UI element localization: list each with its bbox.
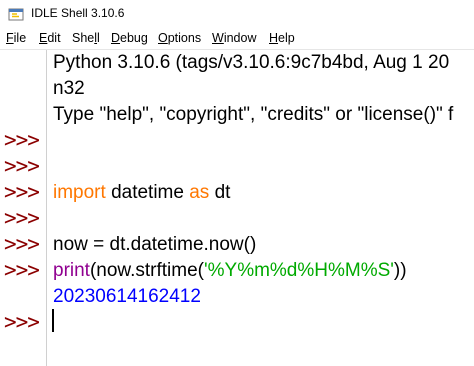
code-line-import: import datetime as dt [53,182,230,204]
print-call: (now.strftime( [89,260,204,281]
code-line-print: print(now.strftime('%Y%m%d%H%M%S')) [53,260,407,282]
menu-options[interactable]: Options [158,31,201,45]
shell-prompt: >>> [4,310,40,334]
menu-debug-label: ebug [120,31,148,45]
shell-prompt: >>> [4,232,40,256]
output-line: 20230614162412 [53,286,201,307]
menu-debug-mnemonic: D [111,31,121,45]
banner-line-platform: n32 [53,78,85,99]
menu-file-label: ile [13,31,27,45]
menu-edit-label: dit [47,31,61,45]
module-alias: dt [209,182,231,203]
menu-debug[interactable]: Debug [111,31,148,45]
menu-shell[interactable]: Shell [72,31,100,45]
print-close: )) [393,260,407,281]
menu-help[interactable]: Help [269,31,295,45]
window-title: IDLE Shell 3.10.6 [31,6,125,20]
menu-help-mnemonic: H [269,31,279,45]
shell-prompt: >>> [4,154,40,178]
code-line-assign: now = dt.datetime.now() [53,234,257,255]
menu-file-mnemonic: F [6,31,14,45]
keyword-as: as [189,182,210,203]
menu-shell-pre: She [72,31,95,45]
shell-text-area[interactable]: Python 3.10.6 (tags/v3.10.6:9c7b4bd, Aug… [47,50,474,366]
banner-line-version: Python 3.10.6 (tags/v3.10.6:9c7b4bd, Aug… [53,52,450,73]
menu-edit[interactable]: Edit [39,31,61,45]
title-bar: IDLE Shell 3.10.6 [0,0,474,29]
builtin-print: print [53,260,90,281]
menu-bar: File Edit Shell Debug Options Window Hel… [0,29,474,50]
format-string: '%Y%m%d%H%M%S' [204,260,394,281]
shell-prompt: >>> [4,128,40,152]
python-idle-icon [8,8,24,21]
shell-prompt: >>> [4,206,40,230]
shell-prompt: >>> [4,180,40,204]
menu-window-label: indow [223,31,257,45]
menu-shell-label: l [97,31,100,45]
menu-window[interactable]: Window [212,31,256,45]
banner-line-help: Type "help", "copyright", "credits" or "… [53,104,454,125]
shell-prompt: >>> [4,258,40,282]
menu-window-mnemonic: W [212,31,224,45]
menu-file[interactable]: File [6,31,26,45]
keyword-import: import [53,182,106,203]
menu-options-mnemonic: O [158,31,168,45]
menu-help-label: elp [278,31,295,45]
menu-options-label: ptions [167,31,202,45]
module-name: datetime [105,182,190,203]
text-cursor [52,309,54,332]
